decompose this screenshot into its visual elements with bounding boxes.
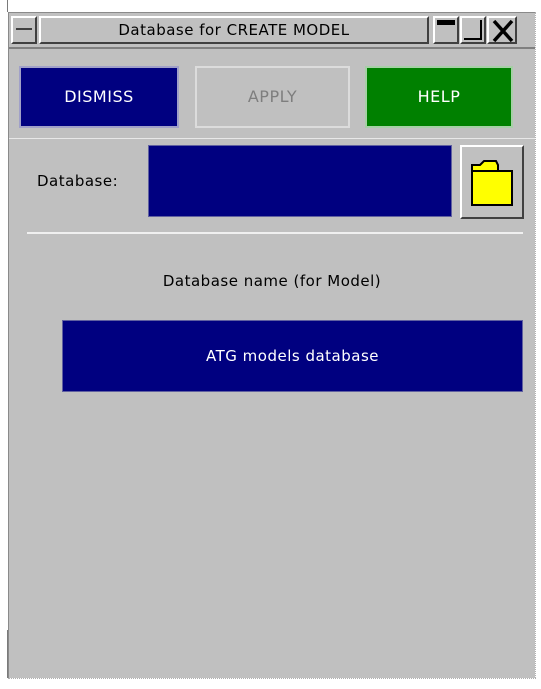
title-bar[interactable]: Database for CREATE MODEL — [9, 13, 535, 49]
dismiss-button[interactable]: DISMISS — [19, 66, 179, 128]
divider — [27, 232, 523, 234]
window-edge-line — [7, 0, 8, 12]
window-edge-line — [8, 678, 536, 680]
dash-icon — [16, 28, 32, 30]
database-field[interactable] — [148, 145, 452, 217]
maximize-icon — [464, 20, 482, 40]
minimize-icon — [437, 20, 455, 25]
database-name-field[interactable]: ATG models database — [62, 320, 523, 392]
database-label: Database: — [37, 172, 119, 190]
window-edge-line — [535, 12, 537, 678]
system-menu-button[interactable] — [11, 16, 37, 44]
database-name-label: Database name (for Model) — [162, 272, 382, 290]
create-model-database-window: Database for CREATE MODEL DISMISS APPLY … — [8, 12, 535, 678]
apply-button[interactable]: APPLY — [195, 66, 350, 128]
close-button[interactable] — [487, 16, 517, 44]
browse-folder-button[interactable] — [460, 145, 524, 219]
folder-icon — [471, 160, 513, 206]
divider — [9, 138, 535, 139]
window-title: Database for CREATE MODEL — [39, 16, 429, 44]
close-icon — [492, 19, 514, 43]
minimize-button[interactable] — [433, 16, 459, 44]
maximize-button[interactable] — [460, 16, 486, 44]
help-button[interactable]: HELP — [365, 66, 513, 128]
